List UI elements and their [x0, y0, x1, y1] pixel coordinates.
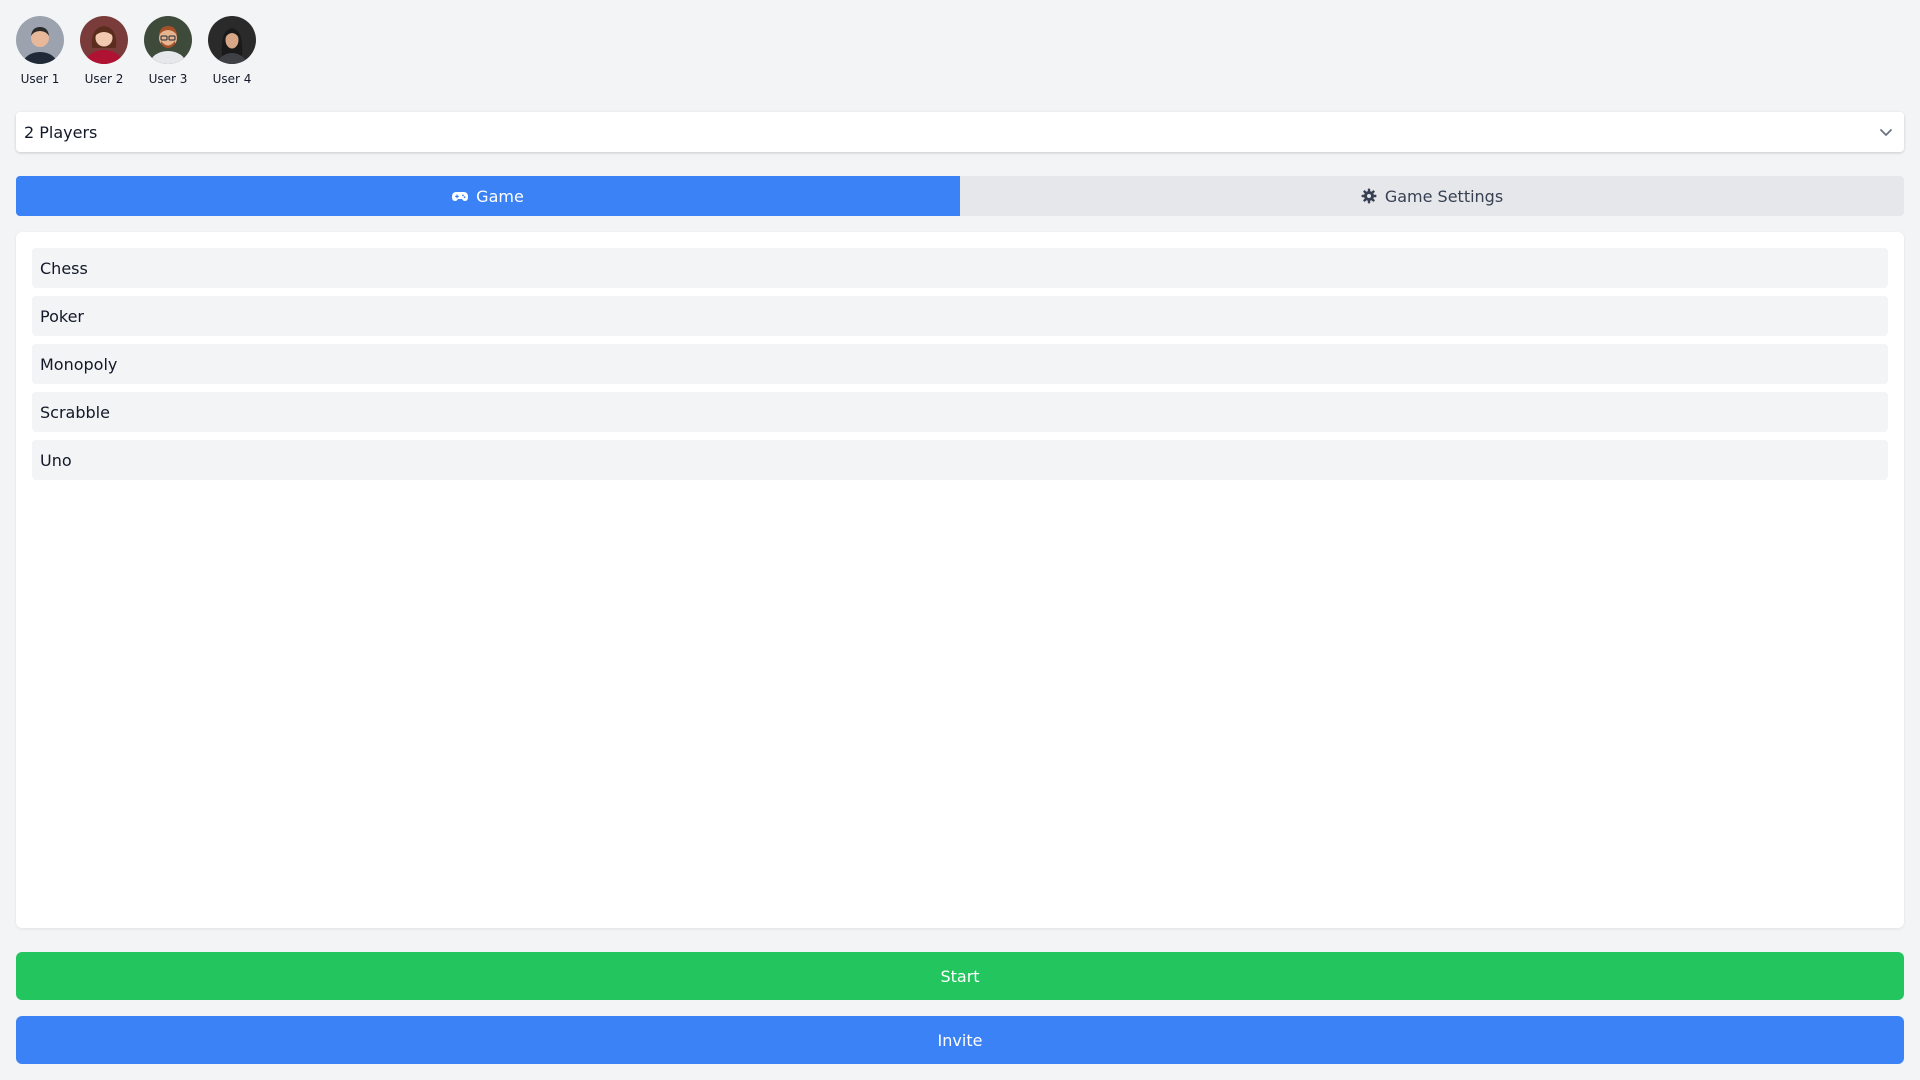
user-item-3[interactable]: User 3: [144, 16, 192, 86]
invite-button[interactable]: Invite: [16, 1016, 1904, 1064]
tab-game-settings-label: Game Settings: [1384, 186, 1504, 206]
user-item-4[interactable]: User 4: [208, 16, 256, 86]
player-count-select[interactable]: 2 Players: [16, 112, 1904, 152]
tab-game[interactable]: Game: [16, 176, 960, 216]
game-item-monopoly[interactable]: Monopoly: [32, 344, 1888, 384]
game-item-uno[interactable]: Uno: [32, 440, 1888, 480]
gear-icon: [1361, 188, 1377, 204]
user-3-name: User 3: [148, 72, 188, 86]
player-count-value: 2 Players: [24, 122, 98, 142]
tab-game-settings[interactable]: Game Settings: [960, 176, 1904, 216]
user-4-name: User 4: [212, 72, 252, 86]
user-2-avatar: [80, 16, 128, 64]
game-item-chess[interactable]: Chess: [32, 248, 1888, 288]
start-button[interactable]: Start: [16, 952, 1904, 1000]
user-3-avatar: [144, 16, 192, 64]
game-item-scrabble[interactable]: Scrabble: [32, 392, 1888, 432]
user-1-avatar: [16, 16, 64, 64]
user-1-name: User 1: [20, 72, 60, 86]
chevron-down-icon: [1880, 129, 1892, 136]
user-4-avatar: [208, 16, 256, 64]
tab-bar: Game Game Settings: [16, 176, 1904, 216]
game-lobby: User 1 User 2 User 3 User 4 2 Players Ga…: [0, 0, 1920, 1080]
user-item-2[interactable]: User 2: [80, 16, 128, 86]
user-item-1[interactable]: User 1: [16, 16, 64, 86]
user-2-name: User 2: [84, 72, 124, 86]
game-list-panel: Chess Poker Monopoly Scrabble Uno: [16, 232, 1904, 928]
gamepad-icon: [452, 192, 469, 201]
user-list: User 1 User 2 User 3 User 4: [16, 16, 256, 86]
tab-game-label: Game: [476, 186, 524, 206]
game-item-poker[interactable]: Poker: [32, 296, 1888, 336]
